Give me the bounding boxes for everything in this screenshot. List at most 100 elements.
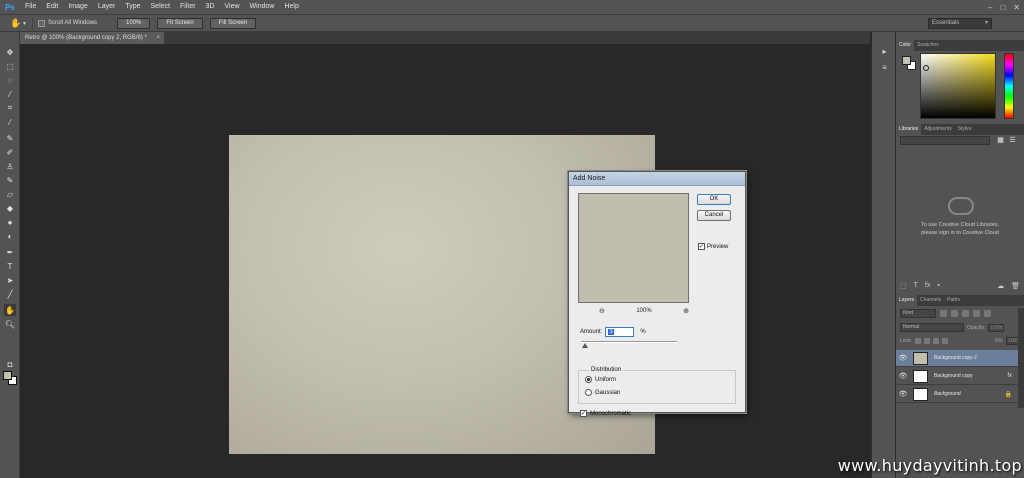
healing-brush-tool-icon[interactable]: ✎: [4, 132, 16, 144]
sync-icon[interactable]: ☁: [997, 282, 1004, 290]
pen-tool-icon[interactable]: ✒: [4, 246, 16, 258]
quick-select-tool-icon[interactable]: ⁄: [4, 88, 16, 100]
color-picker-field[interactable]: [920, 53, 996, 119]
monochromatic-checkbox[interactable]: ✓ Monochromatic: [580, 410, 631, 417]
paint-bucket-tool-icon[interactable]: ◆: [4, 202, 16, 214]
eraser-tool-icon[interactable]: ▱: [4, 188, 16, 200]
menu-filter[interactable]: Filter: [175, 0, 201, 14]
opacity-input[interactable]: 100%: [988, 323, 1005, 332]
amount-input[interactable]: 3: [605, 327, 635, 337]
uniform-radio[interactable]: Uniform: [585, 376, 616, 383]
history-brush-tool-icon[interactable]: ✎: [4, 174, 16, 186]
tab-libraries[interactable]: Libraries: [896, 124, 922, 135]
list-view-icon[interactable]: ☰: [1008, 136, 1017, 145]
lasso-tool-icon[interactable]: ◌: [4, 74, 16, 86]
menu-type[interactable]: Type: [120, 0, 145, 14]
checkmark-icon[interactable]: ✓: [698, 243, 705, 250]
tab-adjustments[interactable]: Adjustments: [921, 124, 955, 135]
smart-object-filter-icon[interactable]: [984, 309, 991, 317]
adjustment-filter-icon[interactable]: [951, 309, 958, 317]
visibility-eye-icon[interactable]: 👁︎: [896, 390, 910, 398]
menu-edit[interactable]: Edit: [41, 0, 63, 14]
fx-badge[interactable]: fx: [1007, 373, 1012, 379]
fit-screen-button[interactable]: Fit Screen: [157, 17, 203, 29]
lock-image-icon[interactable]: [923, 338, 930, 344]
type-tool-icon[interactable]: T: [4, 260, 16, 272]
dodge-tool-icon[interactable]: ◐: [4, 230, 16, 242]
color-picker-cursor[interactable]: [923, 65, 929, 71]
library-select[interactable]: [900, 136, 990, 145]
tab-paths[interactable]: Paths: [944, 295, 963, 306]
scroll-all-windows-checkbox[interactable]: Scroll All Windows: [38, 19, 97, 27]
document-tab[interactable]: Retro @ 100% (Background copy 2, RGB/8) …: [20, 32, 164, 44]
menu-3d[interactable]: 3D: [201, 0, 220, 14]
shape-filter-icon[interactable]: [973, 309, 980, 317]
zoom-out-icon[interactable]: ⊖: [599, 307, 605, 315]
add-graphic-icon[interactable]: ⬚: [900, 282, 907, 290]
hand-tool-icon[interactable]: ✋: [4, 304, 16, 316]
ok-button[interactable]: OK: [697, 194, 731, 205]
tab-channels[interactable]: Channels: [917, 295, 944, 306]
add-layer-style-icon[interactable]: fx: [925, 282, 930, 290]
tab-styles[interactable]: Styles: [955, 124, 975, 135]
layer-row[interactable]: 👁︎ Background copy 2: [896, 350, 1018, 367]
close-window-button[interactable]: ✕: [1013, 3, 1020, 12]
zoom-in-icon[interactable]: ⊕: [683, 307, 689, 315]
clone-stamp-tool-icon[interactable]: ♙: [4, 160, 16, 172]
layer-row[interactable]: 👁︎ Background copy fx: [896, 368, 1018, 385]
dialog-title[interactable]: Add Noise: [569, 172, 745, 186]
amount-slider-thumb[interactable]: [582, 343, 588, 348]
lock-all-icon[interactable]: [941, 338, 948, 344]
checkmark-icon[interactable]: ✓: [580, 410, 587, 417]
history-panel-icon[interactable]: ▸: [879, 46, 890, 56]
fill-screen-button[interactable]: Fill Screen: [209, 17, 257, 29]
crop-tool-icon[interactable]: ⌗: [4, 102, 16, 114]
quick-mask-icon[interactable]: ◘: [4, 358, 16, 370]
close-icon[interactable]: ×: [156, 32, 160, 44]
menu-layer[interactable]: Layer: [93, 0, 121, 14]
foreground-color-swatch[interactable]: [3, 371, 12, 380]
move-tool-icon[interactable]: ✥: [4, 46, 16, 58]
layers-scrollbar[interactable]: [1018, 308, 1024, 408]
brush-tool-icon[interactable]: ✐: [4, 146, 16, 158]
cancel-button[interactable]: Cancel: [697, 210, 731, 221]
color-panel-foreground-swatch[interactable]: [902, 56, 911, 65]
checkbox-box[interactable]: [38, 19, 46, 27]
hue-spectrum-slider[interactable]: [1004, 53, 1014, 119]
preview-checkbox[interactable]: ✓ Preview: [698, 243, 728, 250]
pixel-filter-icon[interactable]: [940, 309, 947, 317]
maximize-button[interactable]: □: [1000, 3, 1005, 12]
line-tool-icon[interactable]: ╱: [4, 288, 16, 300]
properties-panel-icon[interactable]: ≡: [879, 62, 890, 72]
visibility-eye-icon[interactable]: 👁︎: [896, 354, 910, 362]
menu-view[interactable]: View: [220, 0, 245, 14]
radio-selected-icon[interactable]: [585, 376, 592, 383]
blur-tool-icon[interactable]: ●: [4, 216, 16, 228]
tab-color[interactable]: Color: [896, 40, 914, 51]
blend-mode-select[interactable]: Normal: [900, 323, 964, 332]
zoom-100-button[interactable]: 100%: [117, 17, 151, 29]
marquee-tool-icon[interactable]: ⬚: [4, 60, 16, 72]
type-filter-icon[interactable]: [962, 309, 969, 317]
lock-transparent-icon[interactable]: [914, 338, 921, 344]
eyedropper-tool-icon[interactable]: ⁄: [4, 116, 16, 128]
filter-preview[interactable]: [578, 193, 689, 303]
amount-slider-track[interactable]: [581, 341, 677, 343]
menu-file[interactable]: File: [20, 0, 41, 14]
menu-image[interactable]: Image: [63, 0, 92, 14]
tab-layers[interactable]: Layers: [896, 295, 918, 306]
layer-kind-filter[interactable]: Kind: [900, 308, 936, 318]
chevron-down-icon[interactable]: ▾: [23, 20, 26, 27]
radio-icon[interactable]: [585, 389, 592, 396]
tab-swatches[interactable]: Swatches: [914, 40, 942, 51]
layer-row[interactable]: 👁︎ Background 🔒: [896, 386, 1018, 403]
lock-position-icon[interactable]: [932, 338, 939, 344]
minimize-button[interactable]: –: [988, 3, 992, 12]
zoom-tool-icon[interactable]: 🔍︎: [4, 318, 16, 330]
trash-icon[interactable]: 🗑︎: [1011, 282, 1020, 290]
workspace-select[interactable]: Essentials: [928, 18, 992, 29]
menu-window[interactable]: Window: [245, 0, 280, 14]
grid-view-icon[interactable]: ▦: [996, 136, 1005, 145]
menu-help[interactable]: Help: [279, 0, 303, 14]
gaussian-radio[interactable]: Gaussian: [585, 389, 620, 396]
